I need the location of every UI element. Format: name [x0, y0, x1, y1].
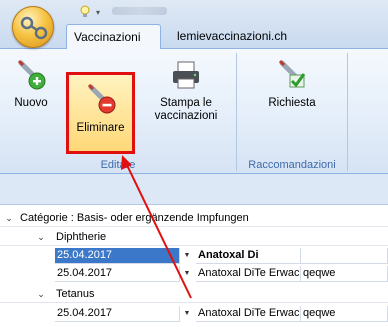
vaccination-grid: ⌄ Catégorie : Basis- oder ergänzende Imp…	[0, 205, 388, 327]
delete-button[interactable]: Eliminare	[66, 72, 135, 154]
printer-icon	[173, 61, 199, 89]
ribbon: Nuovo Stampa le vaccinazioni Editare Ric…	[0, 48, 388, 174]
vaccine-cell[interactable]: Anatoxal Di	[196, 248, 301, 264]
syringe-plus-icon	[17, 59, 46, 90]
table-row[interactable]: 25.04.2017 ▼ Anatoxal Di	[0, 247, 388, 265]
ribbon-group-recommendations: Richiesta Raccomandazioni	[237, 49, 347, 173]
collapse-chevron-icon[interactable]: ⌄	[4, 209, 14, 227]
extra-cell[interactable]: qeqwe	[301, 266, 388, 282]
lightbulb-icon[interactable]	[78, 5, 92, 19]
print-label-line1: Stampa le	[160, 97, 212, 109]
vaccine-cell[interactable]: Anatoxal DiTe Erwac	[196, 266, 301, 282]
collapse-chevron-icon[interactable]: ⌄	[36, 228, 46, 246]
category-row[interactable]: ⌄ Catégorie : Basis- oder ergänzende Imp…	[0, 209, 388, 227]
tab-lemievaccinazioni[interactable]: lemievaccinazioni.ch	[170, 24, 294, 49]
syringe-check-icon	[278, 59, 306, 88]
delete-button-label: Eliminare	[76, 122, 125, 134]
print-label-line2: vaccinazioni	[154, 110, 218, 122]
extra-cell[interactable]	[301, 248, 388, 264]
request-button[interactable]: Richiesta	[251, 51, 333, 110]
date-cell[interactable]: 25.04.2017	[55, 306, 180, 322]
request-button-label: Richiesta	[268, 97, 316, 109]
group-label: Diphtherie	[56, 231, 107, 243]
quick-access-dropdown-icon[interactable]: ▾	[96, 8, 100, 17]
new-button-label: Nuovo	[14, 97, 48, 109]
new-button[interactable]: Nuovo	[4, 51, 58, 110]
syringe-orb-icon	[20, 16, 48, 40]
ribbon-separator	[347, 53, 348, 171]
dropdown-arrow-icon[interactable]: ▼	[180, 248, 194, 264]
collapse-chevron-icon[interactable]: ⌄	[36, 285, 46, 303]
dropdown-arrow-icon[interactable]: ▼	[180, 266, 194, 282]
table-row[interactable]: 25.04.2017 ▼ Anatoxal DiTe Erwac qeqwe	[0, 305, 388, 323]
date-cell[interactable]: 25.04.2017	[55, 248, 180, 264]
group-row-diphtherie[interactable]: ⌄ Diphtherie	[0, 228, 388, 246]
dropdown-arrow-icon[interactable]: ▼	[180, 306, 194, 322]
category-label: Catégorie : Basis- oder ergänzende Impfu…	[20, 212, 249, 224]
extra-cell[interactable]: qeqwe	[301, 306, 388, 322]
syringe-minus-icon	[87, 83, 115, 114]
table-row[interactable]: 25.04.2017 ▼ Anatoxal DiTe Erwac qeqwe	[0, 265, 388, 283]
group-label-edit: Editare	[100, 159, 136, 171]
tab-vaccinazioni[interactable]: Vaccinazioni	[66, 24, 161, 49]
app-menu-button[interactable]	[12, 6, 54, 48]
vaccine-cell[interactable]: Anatoxal DiTe Erwac	[196, 306, 301, 322]
date-cell[interactable]: 25.04.2017	[55, 266, 180, 282]
group-label-recommendations: Raccomandazioni	[248, 159, 336, 171]
group-label: Tetanus	[56, 288, 95, 300]
print-vaccinations-button[interactable]: Stampa le vaccinazioni	[140, 51, 232, 123]
toolbar-strip	[0, 175, 388, 205]
group-row-tetanus[interactable]: ⌄ Tetanus	[0, 285, 388, 303]
window-title-blurred	[112, 7, 167, 15]
